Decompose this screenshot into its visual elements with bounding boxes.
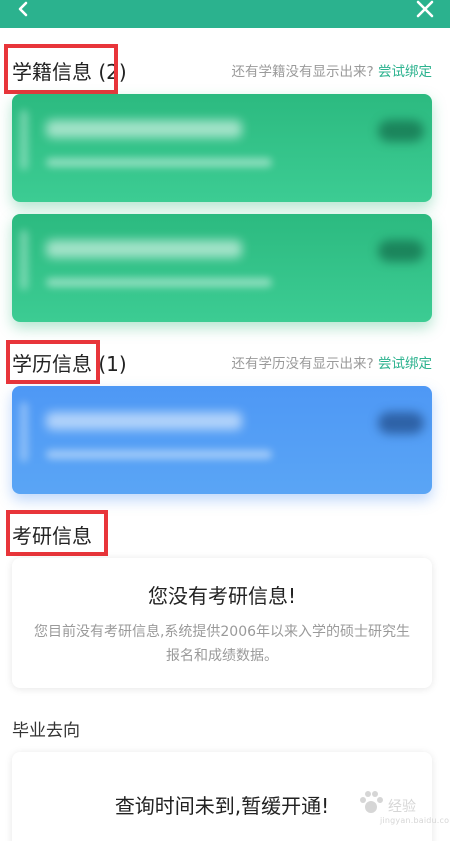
education-bind-link[interactable]: 尝试绑定 <box>378 356 432 372</box>
blurred-edge <box>20 402 28 462</box>
student-status-hint: 还有学籍没有显示出来? 尝试绑定 <box>231 64 432 80</box>
blurred-school-name <box>46 412 242 430</box>
paw-logo-icon <box>360 791 383 813</box>
blurred-badge <box>378 412 424 434</box>
postgrad-empty-title: 您没有考研信息! <box>147 584 297 608</box>
highlight-box-postgrad <box>6 510 108 556</box>
student-status-bind-link[interactable]: 尝试绑定 <box>378 64 432 80</box>
postgrad-empty-description: 您目前没有考研信息,系统提供2006年以来入学的硕士研究生报名和成绩数据。 <box>33 624 411 664</box>
watermark-text: 经验 <box>388 799 416 815</box>
watermark-url: jingyan.baidu.com <box>380 816 450 825</box>
student-status-card-2[interactable] <box>12 214 432 322</box>
blurred-details <box>46 450 272 459</box>
chevron-left-icon <box>18 1 28 17</box>
graduation-title: 毕业去向 <box>12 721 80 741</box>
top-bar <box>0 0 450 28</box>
blurred-edge <box>20 110 28 170</box>
back-button[interactable] <box>12 0 36 22</box>
blurred-school-name <box>46 240 242 258</box>
blurred-badge <box>378 120 424 142</box>
blurred-badge <box>378 240 424 262</box>
postgrad-empty-card: 您没有考研信息! 您目前没有考研信息,系统提供2006年以来入学的硕士研究生报名… <box>12 558 432 688</box>
highlight-box-education <box>6 340 100 384</box>
student-status-card-1[interactable] <box>12 94 432 202</box>
blurred-edge <box>20 230 28 290</box>
blurred-details <box>46 158 272 167</box>
blurred-school-name <box>46 120 242 138</box>
close-icon <box>416 0 434 18</box>
education-card[interactable] <box>12 386 432 494</box>
highlight-box-student-status <box>4 44 118 94</box>
close-button[interactable] <box>412 0 438 22</box>
watermark: 经验 jingyan.baidu.com <box>356 780 450 828</box>
education-hint: 还有学历没有显示出来? 尝试绑定 <box>231 356 432 372</box>
blurred-details <box>46 278 272 287</box>
